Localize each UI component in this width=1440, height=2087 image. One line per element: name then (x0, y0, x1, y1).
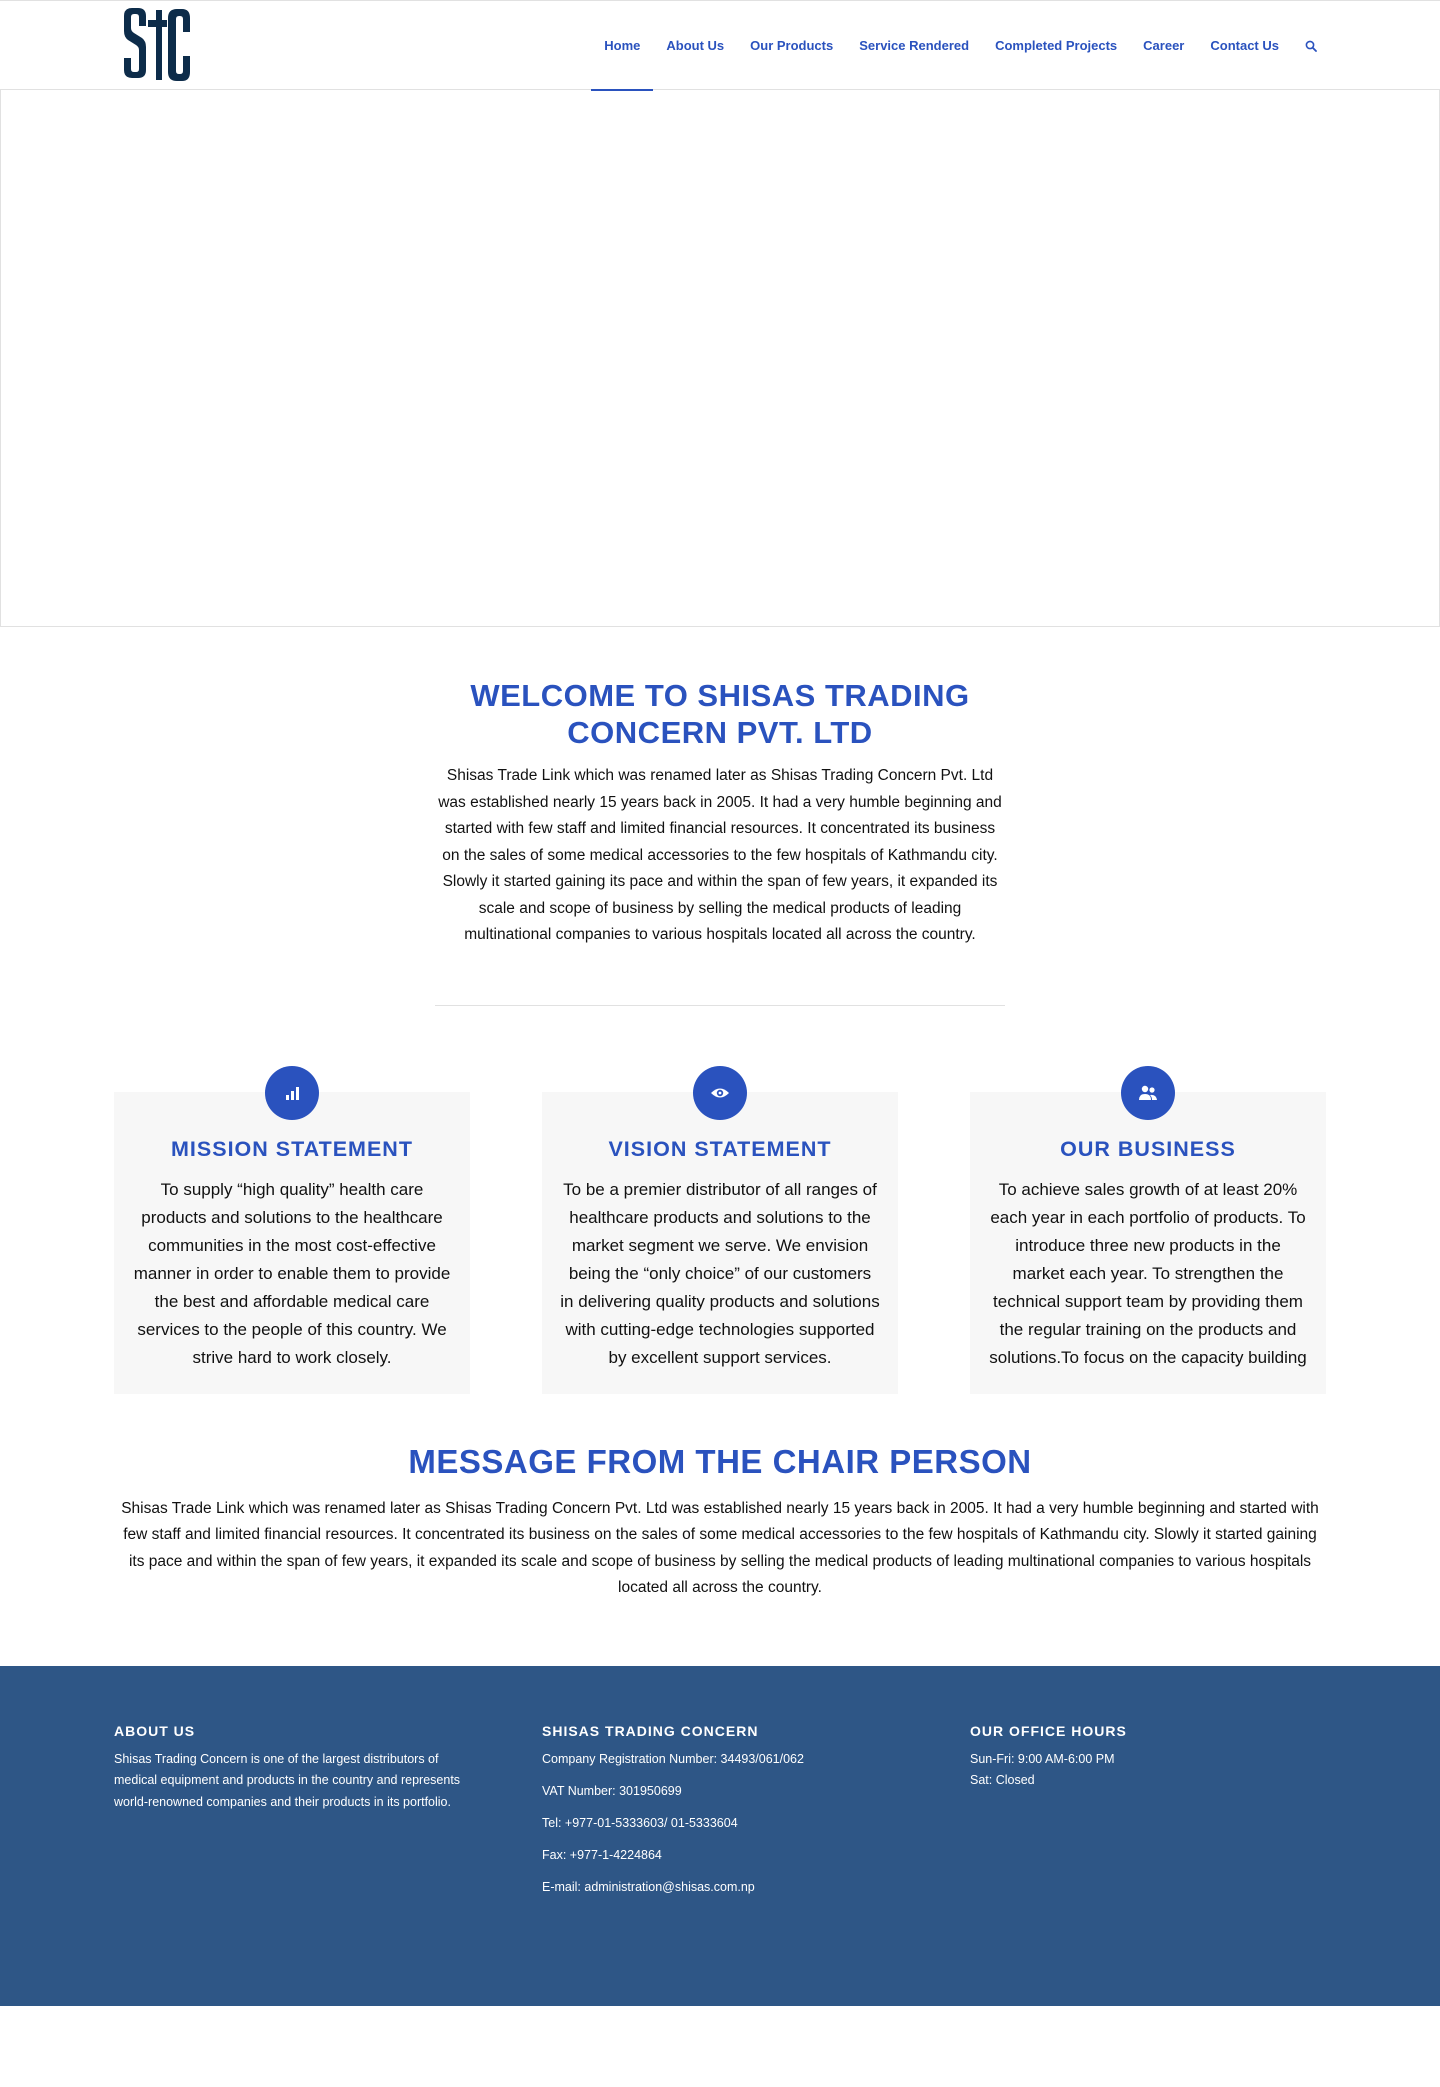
search-icon[interactable] (1292, 1, 1330, 90)
eye-icon (693, 1065, 747, 1120)
welcome-title: WELCOME TO SHISAS TRADING CONCERN PVT. L… (470, 678, 970, 750)
mission-box: MISSION STATEMENT To supply “high qualit… (114, 1065, 470, 1394)
site-header: Home About Us Our Products Service Rende… (0, 0, 1440, 91)
vision-title: VISION STATEMENT (608, 1136, 832, 1161)
mission-title: MISSION STATEMENT (171, 1136, 413, 1161)
footer-hours: OUR OFFICE HOURS Sun-Fri: 9:00 AM-6:00 P… (970, 1723, 1326, 1910)
footer-vat: VAT Number: 301950699 (542, 1783, 682, 1798)
mission-text: To supply “high quality” health care pro… (133, 1179, 451, 1367)
footer-company-heading: SHISAS TRADING CONCERN (542, 1722, 759, 1739)
welcome-section: WELCOME TO SHISAS TRADING CONCERN PVT. L… (435, 627, 1005, 949)
nav-service-rendered[interactable]: Service Rendered (846, 1, 982, 90)
chair-message-section: MESSAGE FROM THE CHAIR PERSON Shisas Tra… (114, 1442, 1326, 1602)
footer-about: ABOUT US Shisas Trading Concern is one o… (114, 1723, 542, 1910)
nav-completed-projects[interactable]: Completed Projects (982, 1, 1130, 90)
section-divider (435, 1004, 1005, 1006)
site-logo[interactable] (122, 6, 192, 84)
business-title: OUR BUSINESS (1060, 1136, 1236, 1161)
stc-logo-mark (124, 8, 190, 81)
hero-slider (0, 90, 1440, 627)
footer-hours-heading: OUR OFFICE HOURS (970, 1722, 1127, 1739)
footer-tel[interactable]: Tel: +977-01-5333603/ 01-5333604 (542, 1813, 970, 1835)
main-nav: Home About Us Our Products Service Rende… (591, 1, 1330, 91)
footer-about-heading: ABOUT US (114, 1722, 196, 1739)
nav-career[interactable]: Career (1130, 1, 1197, 90)
nav-about-us[interactable]: About Us (653, 1, 737, 90)
chair-text: Shisas Trade Link which was renamed late… (121, 1499, 1319, 1597)
footer-hours-saturday: Sat: Closed (970, 1773, 1035, 1787)
nav-home[interactable]: Home (591, 1, 654, 91)
footer-fax: Fax: +977-1-4224864 (542, 1848, 662, 1863)
business-text: To achieve sales growth of at least 20% … (989, 1179, 1307, 1367)
vision-text: To be a premier distributor of all range… (560, 1179, 880, 1367)
footer-company: SHISAS TRADING CONCERN Company Registrat… (542, 1723, 970, 1910)
footer-registration: Company Registration Number: 34493/061/0… (542, 1751, 804, 1766)
business-box: OUR BUSINESS To achieve sales growth of … (970, 1065, 1326, 1394)
footer-email[interactable]: E-mail: administration@shisas.com.np (542, 1877, 970, 1899)
users-icon (1121, 1065, 1175, 1120)
footer-about-text: Shisas Trading Concern is one of the lar… (114, 1751, 461, 1809)
bar-chart-icon (265, 1065, 319, 1120)
feature-boxes: MISSION STATEMENT To supply “high qualit… (114, 1065, 1326, 1394)
vision-box: VISION STATEMENT To be a premier distrib… (542, 1065, 898, 1394)
welcome-text: Shisas Trade Link which was renamed late… (438, 767, 1002, 943)
footer-hours-weekdays: Sun-Fri: 9:00 AM-6:00 PM (970, 1751, 1115, 1766)
chair-title: MESSAGE FROM THE CHAIR PERSON (408, 1442, 1032, 1480)
site-footer: ABOUT US Shisas Trading Concern is one o… (0, 1665, 1440, 2006)
nav-our-products[interactable]: Our Products (737, 1, 846, 90)
nav-contact-us[interactable]: Contact Us (1197, 1, 1292, 90)
